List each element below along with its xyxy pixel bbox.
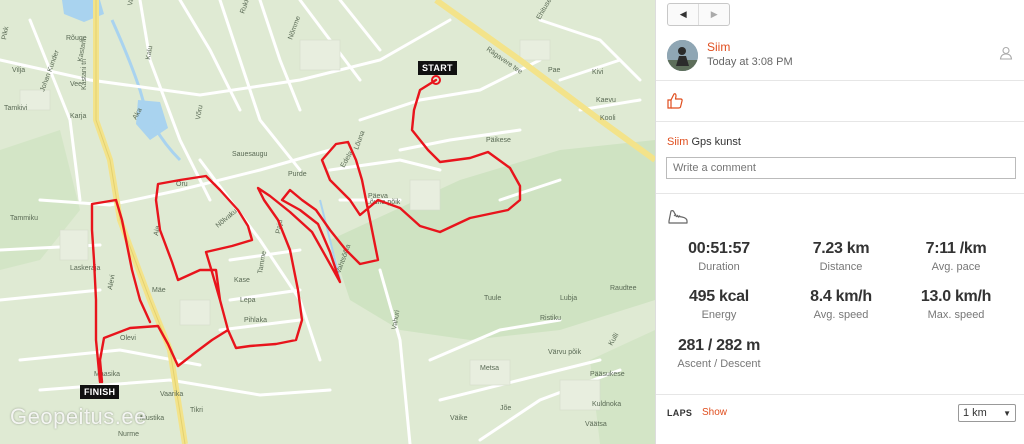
stat-energy: 495 kcal Energy bbox=[664, 288, 774, 321]
stat-distance: 7.23 km Distance bbox=[786, 240, 896, 273]
street-label: Võru bbox=[195, 104, 204, 120]
street-label: Kooli bbox=[600, 115, 616, 122]
forest-area bbox=[330, 140, 655, 340]
avatar[interactable] bbox=[667, 40, 698, 71]
stat-ascent-descent: 281 / 282 m Ascent / Descent bbox=[664, 337, 774, 370]
divider bbox=[656, 193, 1024, 194]
lap-distance-select[interactable]: 1 km ▼ bbox=[958, 404, 1016, 422]
street-label: Purde bbox=[288, 171, 307, 178]
stat-value: 7:11 /km bbox=[925, 240, 987, 257]
street-label: Nõmme bbox=[287, 15, 302, 41]
prev-activity-button[interactable]: ◀ bbox=[668, 4, 698, 25]
activity-time: Today at 3:08 PM bbox=[707, 56, 793, 68]
street-label: Pae bbox=[548, 67, 561, 74]
chevron-down-icon: ▼ bbox=[1003, 408, 1011, 418]
street-label: Lepa bbox=[240, 297, 256, 304]
stat-value: 13.0 km/h bbox=[920, 288, 992, 305]
street-label: Väike bbox=[450, 415, 468, 422]
street-label: Mäe bbox=[152, 287, 166, 294]
lap-distance-value: 1 km bbox=[963, 407, 987, 419]
street-label: Jõe bbox=[500, 405, 511, 412]
route-map[interactable]: Pikk Johan Kunder Vee Tamkivi Karja Vilja Rõug… bbox=[0, 0, 655, 444]
stat-label: Ascent / Descent bbox=[677, 358, 761, 370]
stat-label: Avg. pace bbox=[931, 261, 981, 273]
street-label: Olevi bbox=[120, 335, 136, 342]
street-label: Kulli bbox=[608, 332, 621, 347]
street-label: Raudtee bbox=[610, 285, 637, 292]
street-label: Kase bbox=[234, 277, 250, 284]
street-label: Sauesaugu bbox=[232, 151, 268, 158]
activity-nav: ◀ ▶ bbox=[667, 3, 730, 26]
street-label: Ristiku bbox=[540, 315, 561, 322]
divider bbox=[656, 80, 1024, 81]
watermark: Geopeitus.ee bbox=[10, 404, 147, 429]
map-canvas[interactable]: PikkJohan Kunder VeeTamkiviKarjaViljaRõug… bbox=[0, 0, 655, 444]
stat-label: Distance bbox=[819, 261, 863, 273]
athlete-name[interactable]: Siim bbox=[707, 40, 730, 54]
street-label: Oru bbox=[176, 181, 188, 188]
stat-max-speed: 13.0 km/h Max. speed bbox=[901, 288, 1011, 321]
street-label: Väätsa bbox=[585, 421, 607, 428]
stat-value: 7.23 km bbox=[812, 240, 870, 257]
street-label: Vaarika bbox=[160, 391, 183, 398]
street-label: Nurme bbox=[118, 431, 139, 438]
street-label: Nõlvaku bbox=[215, 208, 239, 230]
laps-show-link[interactable]: Show bbox=[702, 407, 727, 418]
stat-value: 281 / 282 m bbox=[677, 337, 761, 354]
street-label: Vahtra bbox=[127, 0, 137, 6]
street-label: Tammiku bbox=[10, 215, 38, 222]
stat-avg-pace: 7:11 /km Avg. pace bbox=[901, 240, 1011, 273]
divider bbox=[656, 394, 1024, 395]
street-label: Alevi bbox=[107, 274, 117, 291]
stat-value: 8.4 km/h bbox=[810, 288, 872, 305]
avatar-image bbox=[667, 40, 698, 71]
street-label: Kalu bbox=[145, 45, 154, 60]
left-arrow-icon: ◀ bbox=[679, 9, 687, 19]
street-label: Rukki bbox=[239, 0, 252, 15]
stat-label: Energy bbox=[701, 309, 737, 321]
street-label: Tamme bbox=[257, 250, 268, 274]
right-arrow-icon: ▶ bbox=[710, 9, 718, 19]
comment-author[interactable]: Siim bbox=[667, 136, 688, 148]
street-label: Kaevu bbox=[596, 97, 616, 104]
street-label: Ehituse bbox=[536, 0, 554, 21]
follow-user-icon[interactable] bbox=[999, 46, 1013, 63]
street-label: Kuldnoka bbox=[592, 401, 621, 408]
street-label: Vilja bbox=[12, 67, 25, 74]
stat-label: Duration bbox=[698, 261, 740, 273]
street-label: Tikri bbox=[190, 407, 203, 414]
stat-label: Avg. speed bbox=[813, 309, 869, 321]
street-label: Kastani tn bbox=[81, 59, 88, 90]
laps-title: LAPS bbox=[667, 408, 693, 418]
comment-text: Gps kunst bbox=[691, 136, 741, 148]
next-activity-button[interactable]: ▶ bbox=[698, 4, 729, 25]
stat-duration: 00:51:57 Duration bbox=[664, 240, 774, 273]
activity-panel: ◀ ▶ Siim Today at 3:08 PM Siim Gps kunst bbox=[655, 0, 1024, 444]
street-label: Värvu põik bbox=[548, 349, 582, 356]
street-label: Pikk bbox=[1, 26, 10, 41]
street-label: Lõuna bbox=[353, 130, 366, 151]
street-label: Kivi bbox=[592, 69, 604, 76]
street-label: Laskeraja bbox=[70, 265, 100, 272]
comment-input[interactable] bbox=[666, 157, 1016, 179]
street-label: Tuule bbox=[484, 295, 501, 302]
street-label: Tamkivi bbox=[4, 105, 28, 112]
street-label: Metsa bbox=[480, 365, 499, 372]
start-marker: START bbox=[418, 61, 457, 75]
finish-marker: FINISH bbox=[80, 385, 120, 399]
stat-avg-speed: 8.4 km/h Avg. speed bbox=[786, 288, 896, 321]
street-label: Karja bbox=[70, 113, 86, 120]
stat-label: Max. speed bbox=[927, 309, 985, 321]
kudos-thumbs-up-icon[interactable] bbox=[666, 92, 684, 113]
stat-value: 495 kcal bbox=[689, 288, 749, 305]
running-shoe-icon bbox=[667, 208, 689, 229]
comment-row: Siim Gps kunst bbox=[667, 136, 741, 148]
street-label: Pihlaka bbox=[244, 317, 267, 324]
divider bbox=[656, 121, 1024, 122]
street-label: Päikese bbox=[486, 137, 511, 144]
stat-value: 00:51:57 bbox=[688, 240, 750, 257]
street-label: Lubja bbox=[560, 295, 577, 302]
street-label: Pääsukese bbox=[590, 371, 625, 378]
